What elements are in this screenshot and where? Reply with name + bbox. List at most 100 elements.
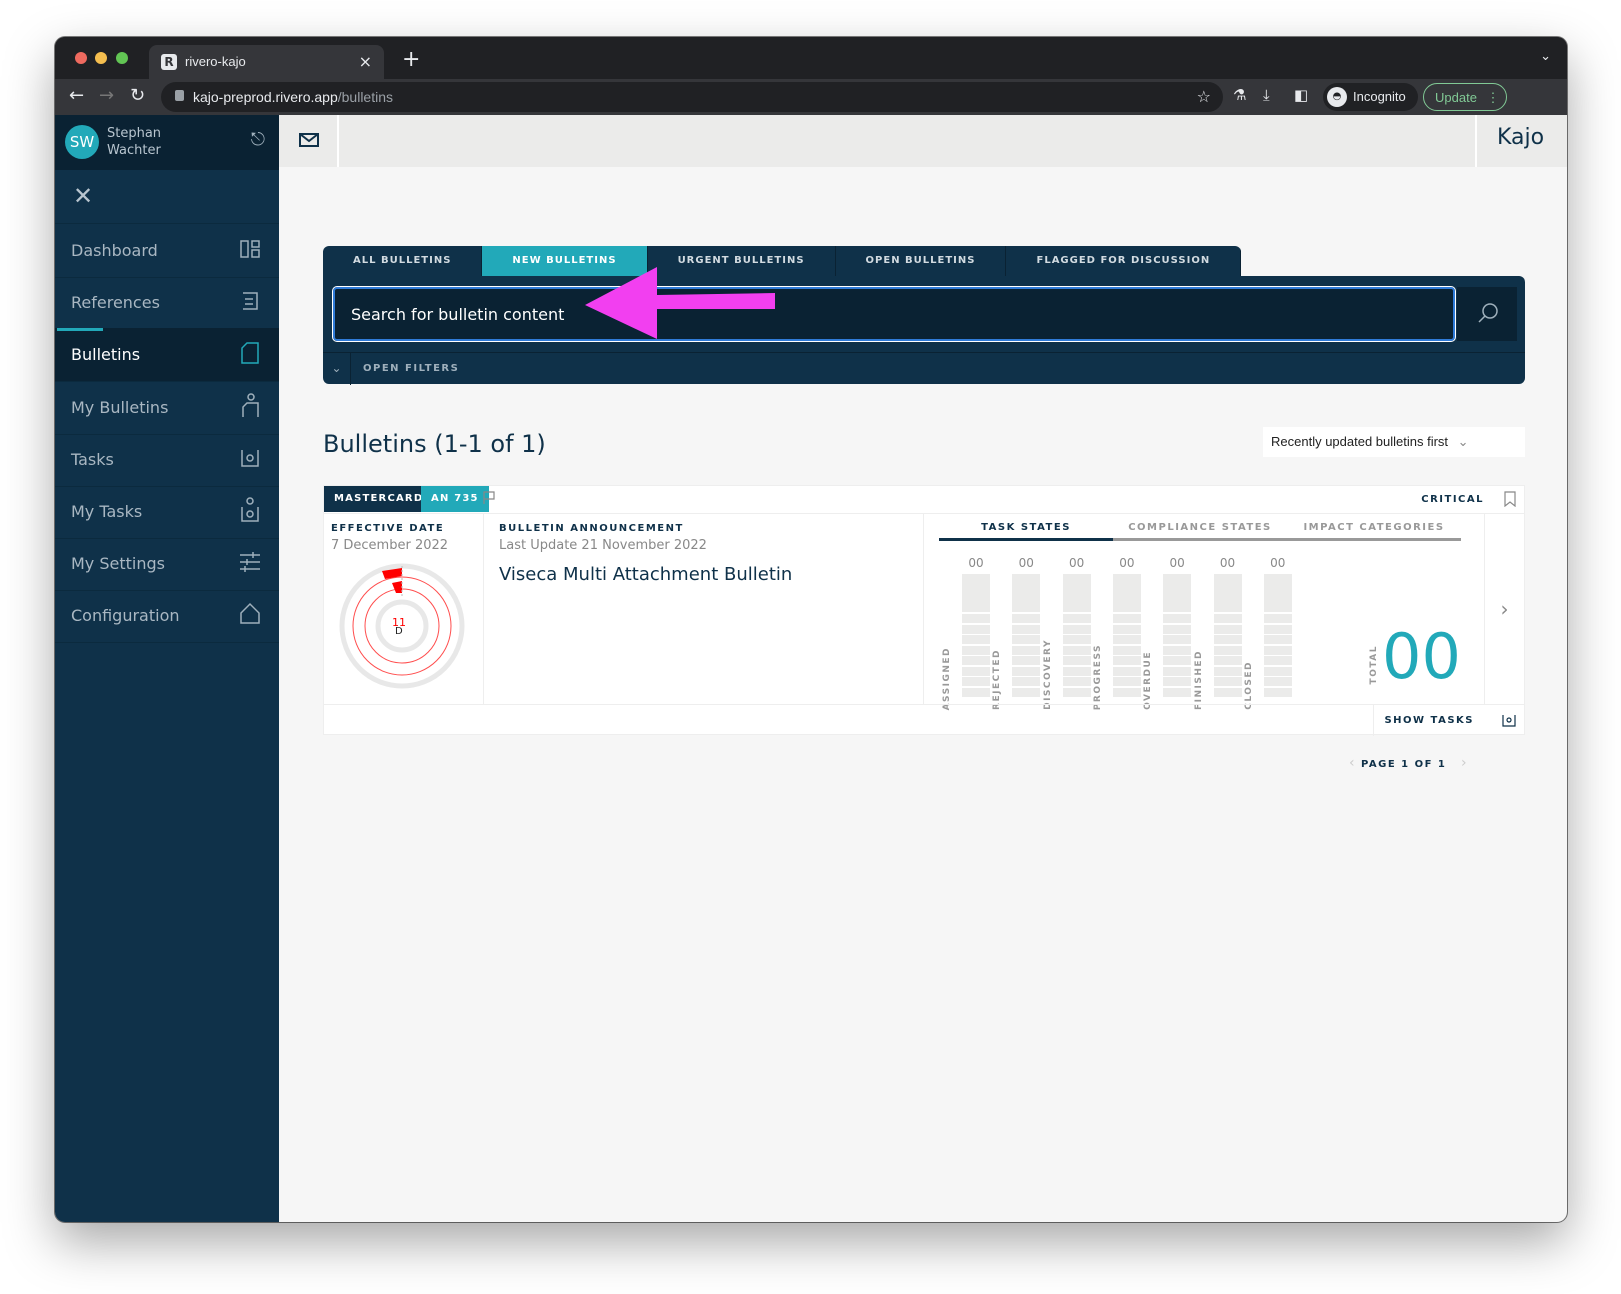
task-state-label: PROGRESS bbox=[1092, 643, 1103, 710]
update-button[interactable]: Update ⋮ bbox=[1423, 83, 1507, 111]
dashboard-icon bbox=[240, 240, 260, 258]
incognito-icon: ◓ bbox=[1327, 87, 1347, 107]
maximize-window-button[interactable] bbox=[116, 52, 128, 64]
task-state-bar-body bbox=[1263, 574, 1292, 697]
sidebar-item-my-tasks[interactable]: My Tasks bbox=[55, 485, 279, 539]
bar-segment bbox=[1112, 677, 1141, 686]
bulletin-title[interactable]: Viseca Multi Attachment Bulletin bbox=[499, 564, 792, 585]
last-update: Last Update 21 November 2022 bbox=[499, 538, 707, 553]
bulletin-search-input[interactable] bbox=[332, 286, 1456, 342]
address-bar[interactable]: kajo-preprod.rivero.app/bulletins ☆ bbox=[161, 82, 1223, 112]
bar-segment bbox=[962, 666, 990, 676]
task-state-bar: 00 CLOSED bbox=[1244, 556, 1292, 710]
minimize-window-button[interactable] bbox=[95, 52, 107, 64]
tab-search-chevron-icon[interactable]: ⌄ bbox=[1540, 49, 1551, 64]
close-sidebar-icon[interactable]: ✕ bbox=[73, 182, 93, 210]
task-state-count: 00 bbox=[1068, 556, 1085, 570]
tab-open-bulletins[interactable]: OPEN BULLETINS bbox=[836, 246, 1007, 276]
bookmark-icon[interactable] bbox=[1504, 491, 1516, 507]
user-profile[interactable]: SW Stephan Wachter ⎋ bbox=[55, 115, 279, 170]
severity-label: CRITICAL bbox=[1421, 494, 1484, 505]
back-arrow-icon[interactable]: ← bbox=[69, 85, 84, 106]
announcement-column: BULLETIN ANNOUNCEMENT Last Update 21 Nov… bbox=[484, 514, 924, 704]
effective-date-value: 7 December 2022 bbox=[331, 538, 449, 553]
tasks-icon[interactable] bbox=[1502, 713, 1516, 727]
bar-segment bbox=[1163, 656, 1192, 665]
total-label: TOTAL bbox=[1369, 644, 1379, 684]
sidebar-item-configuration[interactable]: Configuration bbox=[55, 589, 279, 643]
search-icon bbox=[1478, 303, 1498, 323]
labs-flask-icon[interactable]: ⚗ bbox=[1233, 86, 1246, 104]
incognito-label: Incognito bbox=[1353, 89, 1406, 104]
bar-segment bbox=[1112, 687, 1141, 697]
bar-segment bbox=[1163, 645, 1192, 655]
download-icon[interactable]: ⤓ bbox=[1263, 86, 1270, 104]
bar-segment bbox=[1263, 687, 1292, 697]
countdown-segment-inner bbox=[392, 581, 402, 593]
bar-segment bbox=[1213, 656, 1242, 665]
tab-task-states[interactable]: TASK STATES bbox=[939, 522, 1113, 533]
previous-page-icon[interactable]: ‹ bbox=[1349, 755, 1355, 771]
bookmark-star-icon[interactable]: ☆ bbox=[1197, 87, 1211, 106]
results-title: Bulletins (1-1 of 1) bbox=[323, 430, 546, 458]
open-filters-toggle[interactable]: ⌄ OPEN FILTERS bbox=[323, 352, 1525, 385]
bar-segment bbox=[1163, 687, 1192, 697]
chevron-down-icon: ⌄ bbox=[1457, 434, 1469, 449]
browser-tab[interactable]: R rivero-kajo × bbox=[149, 45, 384, 79]
show-tasks-button[interactable]: SHOW TASKS bbox=[1373, 705, 1484, 736]
bar-segment bbox=[1263, 635, 1292, 644]
user-name: Stephan Wachter bbox=[107, 126, 162, 158]
logout-icon[interactable]: ⎋ bbox=[251, 129, 265, 150]
states-column: TASK STATES COMPLIANCE STATES IMPACT CAT… bbox=[924, 514, 1484, 710]
tab-compliance-states[interactable]: COMPLIANCE STATES bbox=[1113, 522, 1287, 533]
bar-segment bbox=[1062, 645, 1091, 655]
close-window-button[interactable] bbox=[75, 52, 87, 64]
bar-segment bbox=[1062, 677, 1091, 686]
new-tab-button[interactable]: + bbox=[402, 47, 420, 72]
sort-dropdown[interactable]: Recently updated bulletins first ⌄ bbox=[1263, 427, 1525, 457]
sidebar-item-bulletins[interactable]: Bulletins bbox=[55, 328, 279, 382]
next-page-icon[interactable]: › bbox=[1461, 755, 1467, 771]
bar-segment bbox=[962, 656, 990, 665]
bulletin-card[interactable]: MASTERCARD AN 735 CRITICAL EFFECTIVE DAT… bbox=[323, 485, 1525, 736]
bar-segment bbox=[1062, 656, 1091, 665]
task-state-bar: 00 DISCOVERY bbox=[1043, 556, 1091, 710]
task-state-bar-body bbox=[1163, 574, 1192, 697]
bar-segment bbox=[1213, 614, 1242, 623]
chevron-right-icon[interactable]: › bbox=[1484, 514, 1524, 704]
sidebar-item-tasks[interactable]: Tasks bbox=[55, 433, 279, 487]
forward-arrow-icon[interactable]: → bbox=[99, 85, 114, 106]
active-tab-underline bbox=[939, 538, 1113, 541]
card-header: MASTERCARD AN 735 CRITICAL bbox=[324, 486, 1524, 514]
tab-all-bulletins[interactable]: ALL BULLETINS bbox=[323, 246, 483, 276]
sidebar-item-label: Dashboard bbox=[71, 241, 158, 260]
search-button[interactable] bbox=[1457, 287, 1517, 341]
side-panel-icon[interactable]: ◧ bbox=[1294, 86, 1308, 104]
incognito-indicator[interactable]: ◓ Incognito bbox=[1323, 83, 1418, 111]
tab-flagged-for-discussion[interactable]: FLAGGED FOR DISCUSSION bbox=[1006, 246, 1242, 276]
bar-segment bbox=[1062, 624, 1091, 634]
sidebar-item-my-bulletins[interactable]: My Bulletins bbox=[55, 381, 279, 435]
bar-segment bbox=[1112, 656, 1141, 665]
sidebar-item-dashboard[interactable]: Dashboard bbox=[55, 224, 279, 278]
bar-segment bbox=[1163, 624, 1192, 634]
annotation-arrow-icon bbox=[585, 267, 775, 339]
close-tab-icon[interactable]: × bbox=[359, 52, 372, 71]
bar-segment bbox=[1112, 614, 1141, 623]
task-state-bar-body bbox=[1213, 574, 1242, 697]
task-state-bar: 00 FINISHED bbox=[1194, 556, 1242, 710]
sidebar-item-my-settings[interactable]: My Settings bbox=[55, 537, 279, 591]
task-state-bar-body bbox=[1012, 574, 1041, 697]
tasks-icon bbox=[241, 450, 259, 467]
flag-icon[interactable] bbox=[482, 491, 496, 505]
bar-segment bbox=[1263, 574, 1292, 612]
bar-segment bbox=[1112, 645, 1141, 655]
sidebar-item-label: My Tasks bbox=[71, 502, 143, 521]
messages-button[interactable] bbox=[279, 115, 339, 167]
reload-icon[interactable]: ↻ bbox=[130, 85, 145, 106]
tab-impact-categories[interactable]: IMPACT CATEGORIES bbox=[1287, 522, 1461, 533]
task-state-bar: 00 ASSIGNED bbox=[942, 556, 990, 710]
task-state-count: 00 bbox=[1018, 556, 1034, 570]
sidebar-item-references[interactable]: References bbox=[55, 276, 279, 330]
app-header: Kajo bbox=[279, 115, 1567, 167]
